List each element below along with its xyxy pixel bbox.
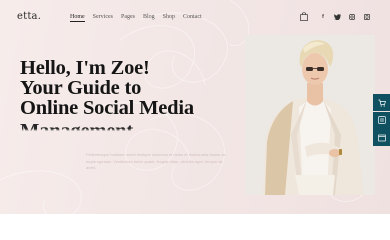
main-nav: Home Services Pages Blog Shop Contact: [70, 14, 210, 22]
headline-line-3: Online Social Media: [20, 97, 194, 119]
layers-tool-button[interactable]: [373, 111, 390, 129]
cart-tool-icon: [378, 99, 386, 107]
hero-portrait-image: [245, 35, 375, 195]
nav-pages[interactable]: Pages: [121, 14, 135, 20]
window-tool-button[interactable]: [373, 129, 390, 146]
instagram-icon[interactable]: [348, 13, 356, 21]
nav-shop[interactable]: Shop: [163, 14, 175, 20]
layers-tool-icon: [377, 116, 386, 124]
social-links: f: [319, 13, 377, 21]
headline-line-4: Management: [20, 121, 194, 138]
headline-line-2: Your Guide to: [20, 77, 142, 99]
cart-tool-button[interactable]: [373, 94, 390, 111]
page-content-below-fold: [0, 214, 390, 240]
facebook-icon[interactable]: f: [319, 13, 327, 21]
dribbble-icon[interactable]: [363, 13, 371, 21]
shopping-bag-icon[interactable]: [300, 12, 308, 21]
twitter-icon[interactable]: [334, 13, 342, 21]
nav-contact[interactable]: Contact: [183, 14, 202, 20]
headline-line-1: Hello, I'm Zoe!: [20, 57, 150, 79]
site-logo[interactable]: etta.: [17, 11, 41, 22]
hero-section: etta. Home Services Pages Blog Shop Cont…: [0, 0, 390, 214]
nav-services[interactable]: Services: [93, 14, 113, 20]
hero-headline: Hello, I'm Zoe! Your Guide to Online Soc…: [20, 58, 194, 138]
nav-home[interactable]: Home: [70, 14, 85, 22]
hero-paragraph: Pellentesque habitant morbi tristique se…: [86, 152, 226, 170]
nav-blog[interactable]: Blog: [143, 14, 155, 20]
window-tool-icon: [377, 134, 386, 141]
side-toolbar: [373, 94, 390, 147]
